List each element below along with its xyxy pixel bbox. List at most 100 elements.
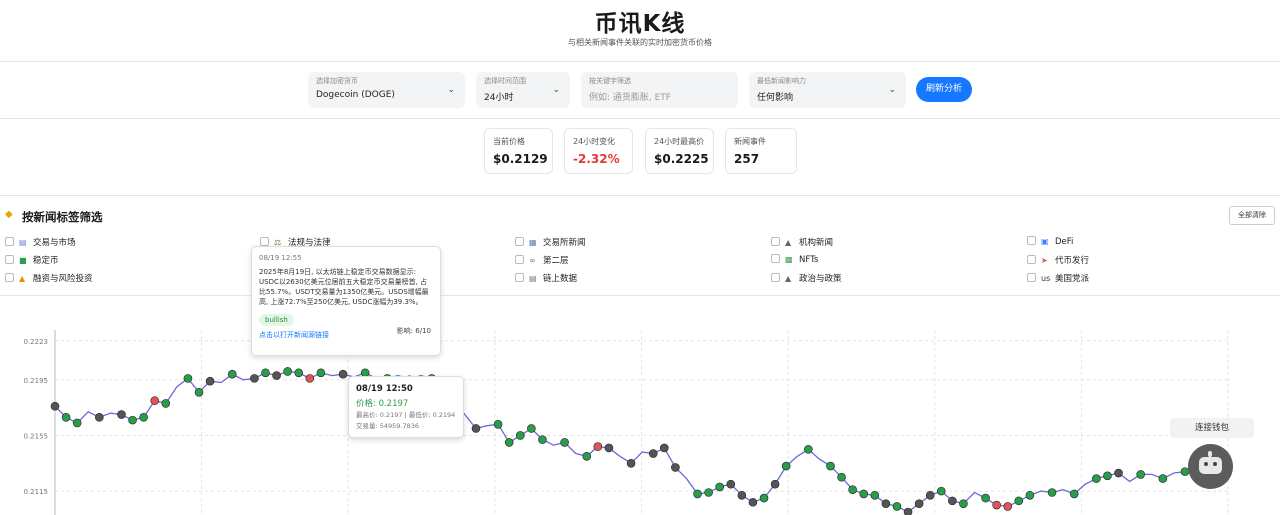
tag-layer-two[interactable]: ∞ 第二层 bbox=[515, 254, 569, 268]
news-event-marker bbox=[1069, 489, 1079, 499]
checkbox[interactable] bbox=[771, 254, 780, 263]
news-event-marker bbox=[936, 486, 946, 496]
coin-select-value: Dogecoin (DOGE) bbox=[316, 90, 395, 100]
news-event-marker bbox=[72, 418, 82, 428]
sentiment-badge: bullish bbox=[259, 314, 294, 326]
news-event-marker bbox=[504, 438, 514, 447]
refresh-button[interactable]: 刷新分析 bbox=[916, 77, 972, 102]
price-tooltip: 08/19 12:50 价格: 0.2197 最高价: 0.2197 | 最低价… bbox=[348, 376, 464, 438]
news-event-marker bbox=[227, 369, 237, 379]
news-event-marker bbox=[981, 493, 990, 503]
checkbox[interactable] bbox=[1027, 273, 1036, 282]
tag-onchain-data[interactable]: ▤ 链上数据 bbox=[515, 272, 577, 286]
news-event-marker bbox=[95, 413, 104, 422]
coin-select[interactable]: 选择加密货币 Dogecoin (DOGE) ⌄ bbox=[308, 72, 465, 108]
tag-us-parties[interactable]: us 美国党派 bbox=[1027, 272, 1089, 286]
price-tooltip-time: 08/19 12:50 bbox=[356, 384, 413, 394]
tag-funding-vc[interactable]: ▲ 融资与风险投资 bbox=[5, 272, 93, 286]
news-event-marker bbox=[925, 490, 935, 500]
news-event-marker bbox=[1092, 474, 1101, 483]
page-title: 币讯K线 bbox=[594, 11, 686, 37]
chevron-down-icon: ⌄ bbox=[888, 85, 896, 95]
tag-defi[interactable]: ▣ DeFi bbox=[1027, 236, 1073, 250]
chart-icon: ▤ bbox=[19, 238, 27, 247]
tag-politics-policy[interactable]: ▲ 政治与政策 bbox=[771, 272, 842, 286]
news-event-marker bbox=[693, 489, 702, 499]
tag-label: 链上数据 bbox=[543, 274, 578, 284]
news-event-marker bbox=[161, 399, 171, 408]
tag-label: 机构新闻 bbox=[799, 238, 834, 248]
news-event-marker bbox=[804, 445, 813, 454]
checkbox[interactable] bbox=[5, 255, 14, 264]
news-event-marker bbox=[737, 490, 747, 500]
link-icon: ∞ bbox=[529, 256, 536, 265]
news-event-marker bbox=[848, 485, 857, 495]
tag-exchange-news[interactable]: ▦ 交易所新闻 bbox=[515, 236, 586, 250]
bot-eye bbox=[1204, 462, 1208, 466]
news-event-marker bbox=[294, 368, 304, 378]
range-select[interactable]: 选择时间范围 24小时 ⌄ bbox=[476, 72, 570, 108]
news-time: 08/19 12:55 bbox=[259, 254, 302, 262]
tag-trading-market[interactable]: ▤ 交易与市场 bbox=[5, 236, 76, 250]
news-event-marker bbox=[959, 499, 968, 508]
coin-select-label: 选择加密货币 bbox=[316, 77, 358, 85]
news-event-marker bbox=[1103, 471, 1112, 481]
news-event-marker bbox=[250, 374, 259, 383]
news-event-marker bbox=[316, 368, 326, 378]
defi-icon: ▣ bbox=[1041, 237, 1049, 246]
clear-all-button[interactable]: 全部清除 bbox=[1229, 206, 1275, 225]
stat-value: 257 bbox=[734, 152, 760, 166]
range-select-label: 选择时间范围 bbox=[484, 77, 526, 85]
tag-label: DeFi bbox=[1055, 237, 1074, 247]
news-event-marker bbox=[117, 410, 126, 419]
divider bbox=[0, 195, 1280, 196]
news-event-marker bbox=[903, 507, 913, 515]
news-event-marker bbox=[1025, 490, 1035, 500]
bot-eye bbox=[1213, 462, 1217, 466]
assistant-bot-button[interactable] bbox=[1188, 444, 1233, 489]
tag-label: 交易与市场 bbox=[33, 238, 76, 248]
stat-value: -2.32% bbox=[573, 152, 620, 166]
news-event-marker bbox=[859, 489, 869, 499]
news-event-marker bbox=[272, 371, 281, 380]
connect-wallet-button[interactable]: 连接钱包 bbox=[1170, 418, 1254, 438]
bank-icon: ▲ bbox=[785, 274, 792, 283]
news-event-marker bbox=[471, 424, 481, 433]
checkbox[interactable] bbox=[5, 273, 14, 282]
checkbox[interactable] bbox=[1027, 236, 1036, 245]
keyword-input[interactable]: 按关键字筛选 例如: 通货膨胀, ETF bbox=[581, 72, 738, 108]
checkbox[interactable] bbox=[5, 237, 14, 246]
news-event-marker bbox=[781, 461, 791, 471]
news-event-marker bbox=[61, 413, 71, 422]
stat-label: 当前价格 bbox=[493, 137, 525, 146]
y-tick-label: 0.2115 bbox=[24, 488, 49, 496]
tag-token-launch[interactable]: ➤ 代币发行 bbox=[1027, 254, 1089, 268]
tag-institutional-news[interactable]: ▲ 机构新闻 bbox=[771, 236, 833, 250]
price-chart[interactable]: 0.2223 0.2195 0.2155 0.2115 bbox=[0, 318, 1280, 515]
y-tick-label: 0.2223 bbox=[24, 338, 49, 346]
impact-select[interactable]: 最低新闻影响力 任何影响 ⌄ bbox=[749, 72, 906, 108]
price-tooltip-volume: 交易量: 54959.7836 bbox=[356, 422, 420, 430]
news-event-marker bbox=[194, 387, 204, 397]
checkbox[interactable] bbox=[515, 237, 524, 246]
checkbox[interactable] bbox=[771, 273, 780, 282]
tag-stablecoin[interactable]: ■ 稳定币 bbox=[5, 254, 59, 268]
tag-label: 交易所新闻 bbox=[543, 238, 586, 248]
price-tooltip-range: 最高价: 0.2197 | 最低价: 0.2194 bbox=[356, 411, 456, 419]
nft-icon: ▩ bbox=[785, 255, 793, 264]
news-event-marker bbox=[748, 497, 758, 507]
stat-label: 新闻事件 bbox=[734, 137, 766, 146]
checkbox[interactable] bbox=[260, 237, 269, 246]
news-event-marker bbox=[128, 415, 137, 425]
keyword-input-label: 按关键字筛选 bbox=[589, 77, 631, 85]
news-tooltip[interactable]: 08/19 12:55 2025年8月19日, 以太坊链上稳定币交易数据显示: … bbox=[251, 246, 441, 356]
checkbox[interactable] bbox=[515, 273, 524, 282]
tag-nfts[interactable]: ▩ NFTs bbox=[771, 254, 818, 268]
news-event-marker bbox=[759, 493, 769, 503]
checkbox[interactable] bbox=[515, 255, 524, 264]
y-tick-label: 0.2155 bbox=[24, 432, 49, 440]
chevron-down-icon: ⌄ bbox=[552, 85, 560, 95]
tag-label: 政治与政策 bbox=[799, 274, 842, 284]
checkbox[interactable] bbox=[771, 237, 780, 246]
checkbox[interactable] bbox=[1027, 255, 1036, 264]
